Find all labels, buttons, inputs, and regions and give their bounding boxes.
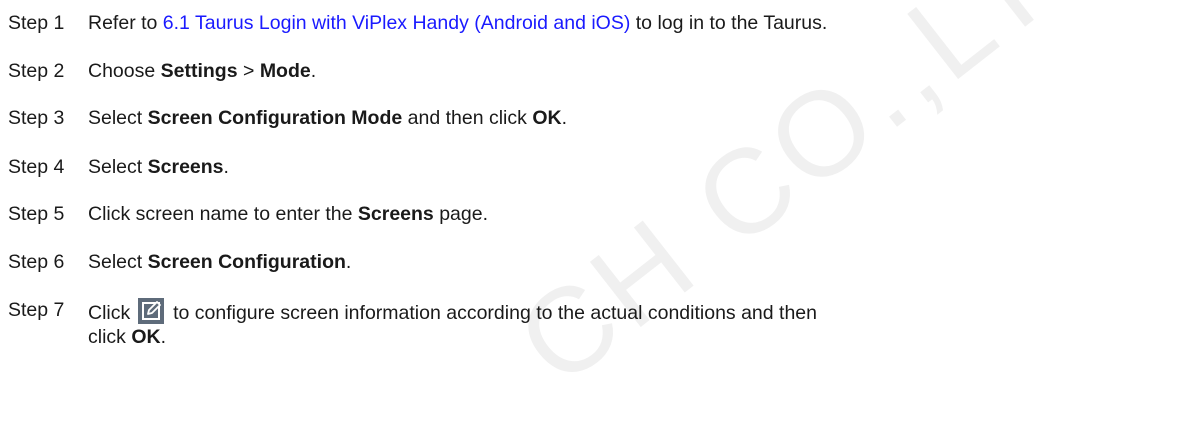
step-text: and then click: [402, 107, 533, 129]
step-label: Step 7: [8, 299, 65, 321]
screens-term: Screens: [147, 156, 224, 178]
step-text: .: [345, 251, 352, 273]
screen-configuration-term: Screen Configuration: [147, 251, 346, 273]
step-text: Select: [88, 156, 148, 178]
step-label: Step 5: [8, 203, 65, 225]
step-body: Click to configure screen information ac…: [88, 298, 1178, 349]
step-body: Select Screens.: [88, 155, 1178, 179]
step-body: Select Screen Configuration.: [88, 250, 1178, 274]
settings-term: Settings: [160, 60, 238, 82]
step-text: .: [160, 326, 167, 348]
step-text: .: [223, 156, 229, 178]
step-text: >: [237, 60, 260, 82]
step-label: Step 3: [8, 107, 65, 129]
login-section-link[interactable]: 6.1 Taurus Login with ViPlex Handy (Andr…: [163, 12, 631, 34]
step-label: Step 6: [8, 251, 65, 273]
step-label: Step 2: [8, 60, 65, 82]
step-body: Click screen name to enter the Screens p…: [88, 202, 1178, 226]
step-body: Refer to 6.1 Taurus Login with ViPlex Ha…: [88, 11, 1178, 35]
step-text: Refer to: [88, 12, 163, 34]
screens-term: Screens: [357, 203, 434, 225]
step-text: .: [310, 60, 317, 82]
edit-icon: [137, 298, 164, 324]
step-text: Select: [88, 251, 148, 273]
step-text: to configure screen information accordin…: [167, 302, 817, 324]
step-text: Click: [88, 302, 136, 324]
step-text: Select: [88, 107, 148, 129]
step-text: Choose: [88, 60, 161, 82]
step-text: Click screen name to enter the: [88, 203, 358, 225]
ok-term: OK: [532, 107, 562, 129]
step-text: page.: [433, 203, 488, 225]
step-text: .: [561, 107, 567, 129]
step-label: Step 1: [8, 12, 65, 34]
step-text: click: [88, 326, 132, 348]
screen-configuration-mode-term: Screen Configuration Mode: [147, 107, 403, 129]
ok-term: OK: [131, 326, 161, 348]
step-label: Step 4: [8, 156, 65, 178]
mode-term: Mode: [259, 60, 311, 82]
step-text: to log in to the Taurus.: [630, 12, 828, 34]
step-body: Select Screen Configuration Mode and the…: [88, 106, 1178, 130]
step-body: Choose Settings > Mode.: [88, 59, 1178, 83]
